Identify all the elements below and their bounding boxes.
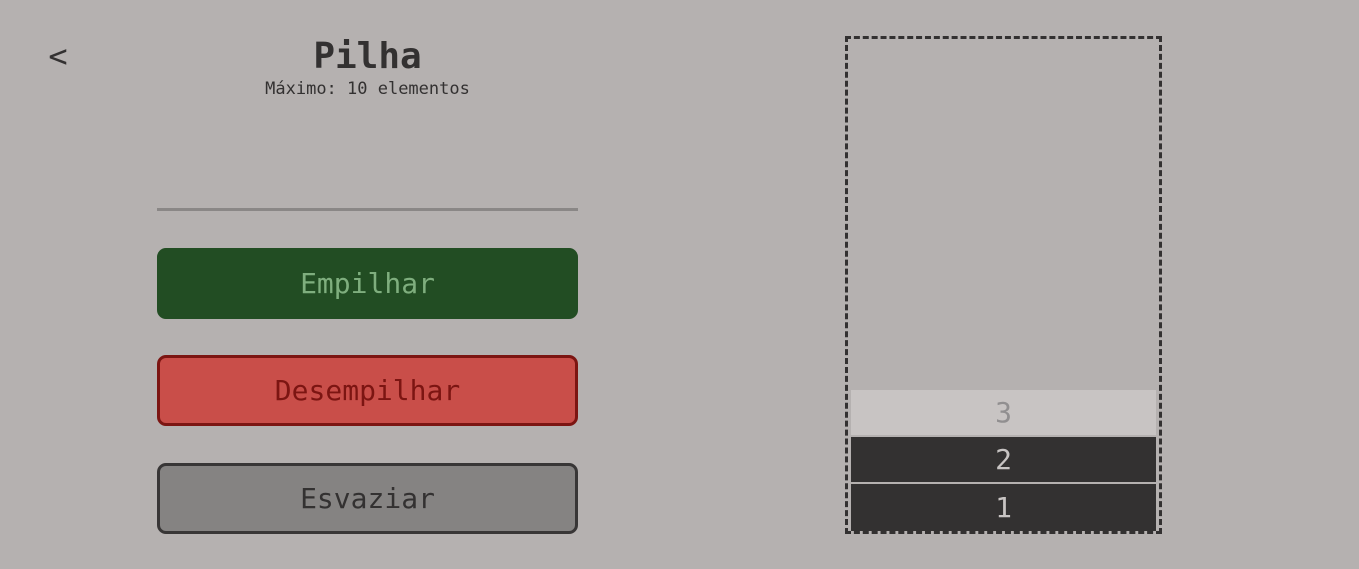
push-button-label: Empilhar [300, 267, 435, 300]
value-input[interactable] [157, 168, 578, 211]
stack-container: 3 2 1 [845, 36, 1162, 534]
page-title: Pilha [313, 36, 422, 77]
back-button[interactable]: < [44, 36, 72, 76]
clear-button-label: Esvaziar [300, 482, 435, 515]
push-button[interactable]: Empilhar [157, 248, 578, 319]
pop-button-label: Desempilhar [274, 374, 461, 407]
stack-item: 1 [851, 484, 1156, 531]
header: Pilha Máximo: 10 elementos [157, 36, 578, 100]
stack-item: 2 [851, 437, 1156, 484]
max-elements-label: Máximo: 10 elementos [265, 79, 470, 99]
clear-button[interactable]: Esvaziar [157, 463, 578, 534]
stack-item-top: 3 [851, 390, 1156, 437]
pop-button[interactable]: Desempilhar [157, 355, 578, 426]
